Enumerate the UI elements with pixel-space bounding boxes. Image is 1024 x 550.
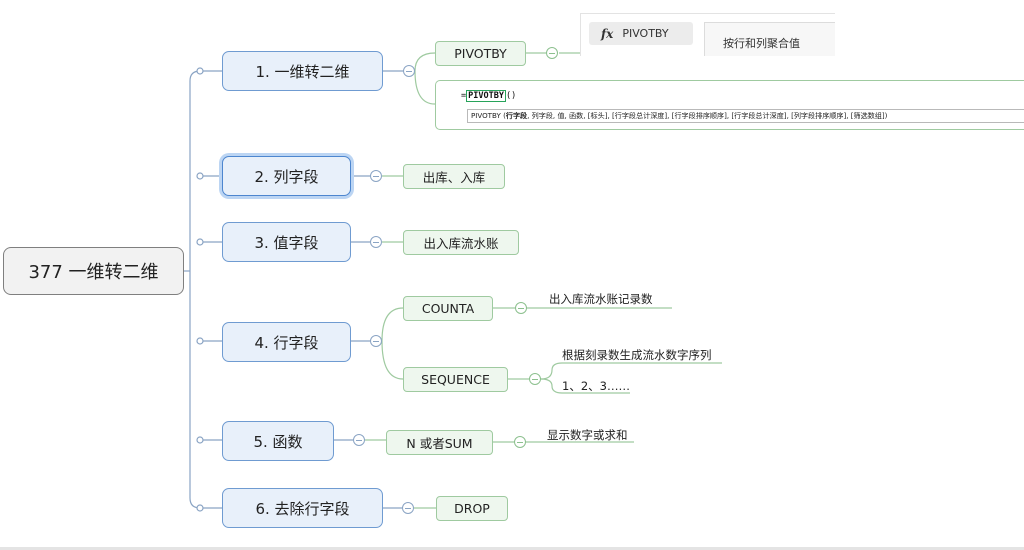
formula-function-name: PIVOTBY <box>466 90 506 102</box>
branch-joint-dots <box>196 67 204 512</box>
collapse-icon[interactable] <box>514 436 526 448</box>
branch-drop-row-field[interactable]: 6. 去除行字段 <box>222 488 383 528</box>
function-description-tab: 按行和列聚合值 <box>704 22 835 56</box>
collapse-icon[interactable] <box>370 170 382 182</box>
leaf-n-sum-note[interactable]: 显示数字或求和 <box>547 427 628 443</box>
branch-row-field[interactable]: 4. 行字段 <box>222 322 351 362</box>
fx-icon: fx <box>601 26 614 41</box>
sub-topic-sequence[interactable]: SEQUENCE <box>403 367 508 392</box>
sub-topic-in-out[interactable]: 出库、入库 <box>403 164 505 189</box>
collapse-icon[interactable] <box>546 47 558 59</box>
sub-topic-drop[interactable]: DROP <box>436 496 508 521</box>
sub-topic-counta[interactable]: COUNTA <box>403 296 493 321</box>
formula-tip-image[interactable]: = PIVOTBY() PIVOTBY (行字段, 列字段, 值, 函数, [标头… <box>435 80 1024 130</box>
function-toolbar-image[interactable]: fx PIVOTBY 按行和列聚合值 <box>580 13 835 56</box>
sub-topic-ledger[interactable]: 出入库流水账 <box>403 230 519 255</box>
function-description: 按行和列聚合值 <box>723 37 800 50</box>
collapse-icon[interactable] <box>370 236 382 248</box>
sub-topic-n-or-sum[interactable]: N 或者SUM <box>386 430 493 455</box>
hint-current-arg: 行字段 <box>505 111 528 120</box>
branch-column-field[interactable]: 2. 列字段 <box>222 156 351 196</box>
hint-rest: , 列字段, 值, 函数, [标头], [行字段总计深度], [行字段排序顺序]… <box>527 111 888 120</box>
formula-parentheses: () <box>505 91 517 101</box>
hint-prefix: PIVOTBY ( <box>471 111 506 120</box>
leaf-counta-note[interactable]: 出入库流水账记录数 <box>549 291 653 307</box>
formula-input: = PIVOTBY() <box>461 90 517 102</box>
root-topic[interactable]: 377 一维转二维 <box>3 247 184 295</box>
collapse-icon[interactable] <box>403 65 415 77</box>
branch-function[interactable]: 5. 函数 <box>222 421 334 461</box>
collapse-icon[interactable] <box>402 502 414 514</box>
branch-value-field[interactable]: 3. 值字段 <box>222 222 351 262</box>
fx-box: fx PIVOTBY <box>589 22 693 45</box>
collapse-icon[interactable] <box>515 302 527 314</box>
leaf-sequence-note[interactable]: 根据刻录数生成流水数字序列 <box>562 347 712 363</box>
collapse-icon[interactable] <box>370 335 382 347</box>
collapse-icon[interactable] <box>529 373 541 385</box>
collapse-icon[interactable] <box>353 434 365 446</box>
leaf-sequence-example[interactable]: 1、2、3…… <box>562 378 630 394</box>
sub-topic-pivotby[interactable]: PIVOTBY <box>435 41 526 66</box>
fx-function-name: PIVOTBY <box>622 27 669 40</box>
formula-argument-hint: PIVOTBY (行字段, 列字段, 值, 函数, [标头], [行字段总计深度… <box>467 109 1024 123</box>
branch-one-dim-to-two-dim[interactable]: 1. 一维转二维 <box>222 51 383 91</box>
